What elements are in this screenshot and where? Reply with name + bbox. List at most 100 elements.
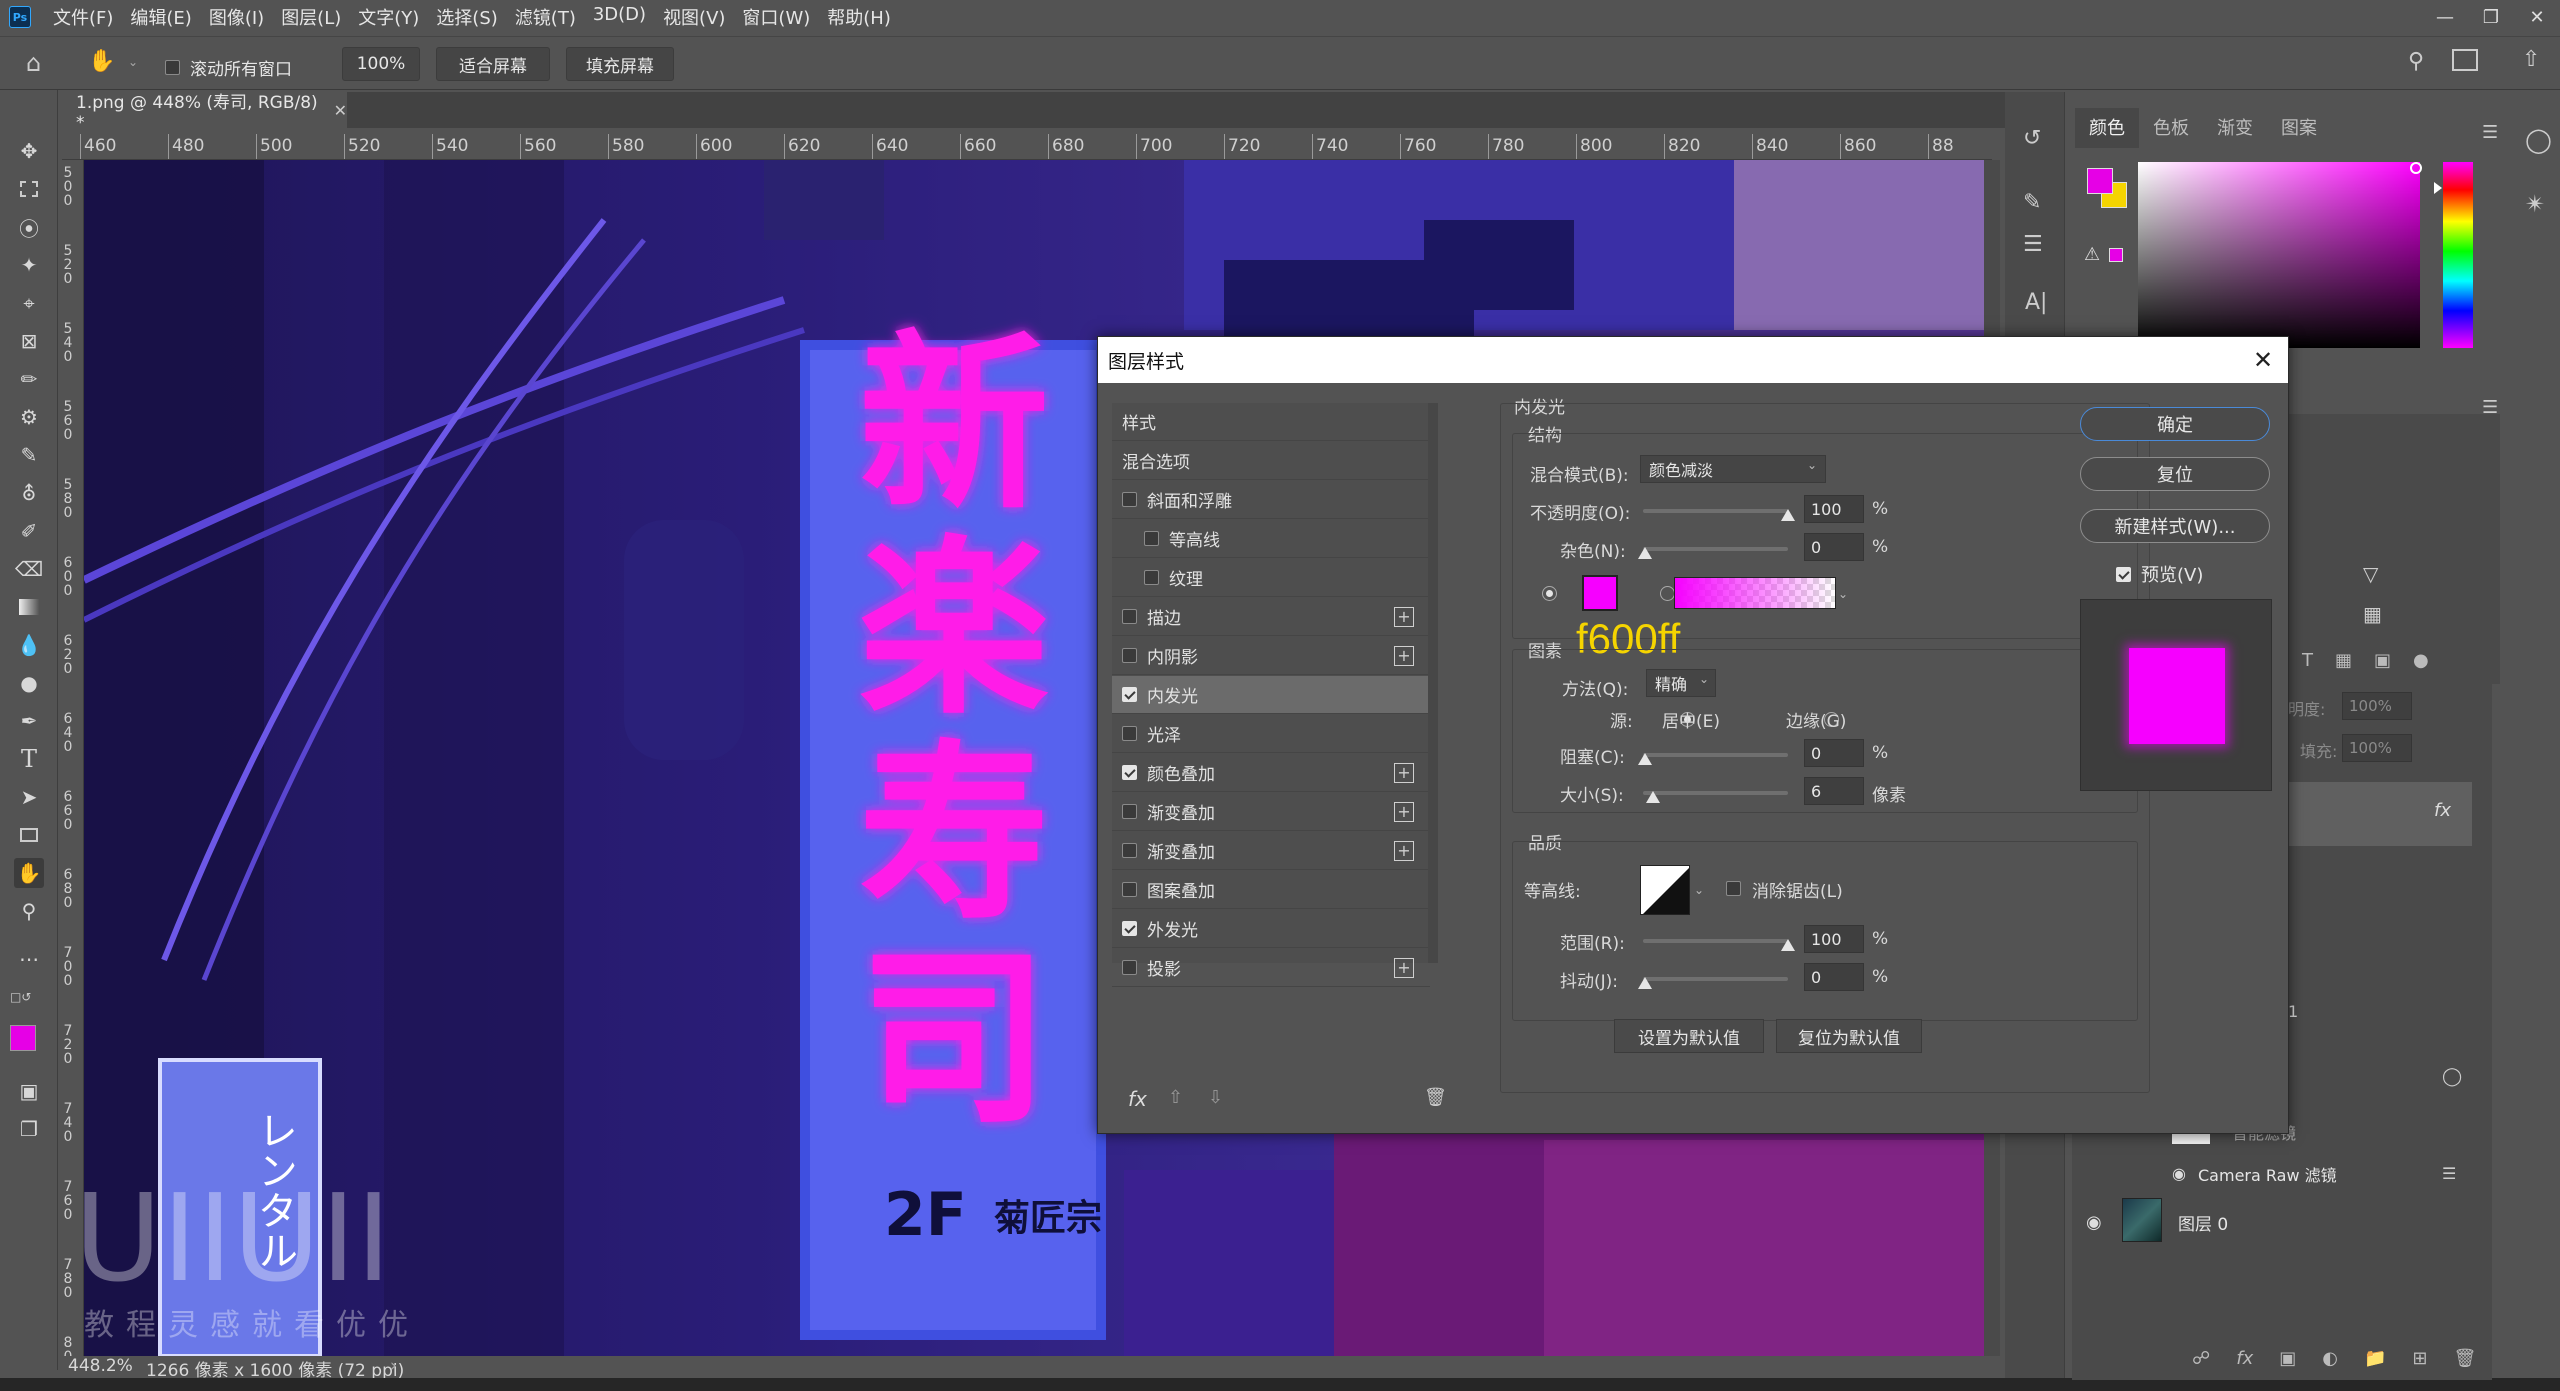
dodge-tool-icon[interactable]: ●: [14, 668, 44, 698]
range-slider-knob[interactable]: [1781, 939, 1795, 951]
scroll-all-windows[interactable]: 滚动所有窗口: [165, 55, 292, 80]
link-layers-icon[interactable]: ☍: [2192, 1348, 2210, 1369]
glow-color-swatch[interactable]: [1582, 575, 1618, 611]
style-checkbox[interactable]: [1144, 531, 1159, 546]
glow-gradient-swatch[interactable]: [1674, 577, 1836, 609]
style-checkbox[interactable]: [1122, 492, 1137, 507]
style-checkbox[interactable]: [1122, 726, 1137, 741]
status-arrow-icon[interactable]: ›: [390, 1356, 397, 1376]
type-filter-icon[interactable]: T: [2302, 650, 2313, 671]
color-field[interactable]: [2138, 162, 2420, 348]
add-mask-icon[interactable]: ▣: [2279, 1348, 2296, 1369]
screen-mode-icon[interactable]: ❐: [14, 1114, 44, 1144]
fx-menu-button[interactable]: fx: [1128, 1087, 1147, 1111]
blend-mode-select[interactable]: 颜色减淡 ⌄: [1640, 455, 1826, 483]
jitter-slider-knob[interactable]: [1638, 977, 1652, 989]
healing-brush-icon[interactable]: ⚙: [14, 402, 44, 432]
style-row[interactable]: 内阴影 +: [1112, 637, 1430, 675]
style-row[interactable]: 渐变叠加 +: [1112, 793, 1430, 831]
choke-slider-track[interactable]: [1643, 753, 1788, 757]
style-row[interactable]: 样式: [1112, 403, 1430, 441]
sun-icon[interactable]: ✴: [2525, 190, 2545, 218]
size-field[interactable]: 6: [1804, 777, 1864, 805]
layer0-visibility-icon[interactable]: ◉: [2086, 1212, 2102, 1233]
ok-button[interactable]: 确定: [2080, 407, 2270, 441]
color-tab-2[interactable]: 渐变: [2203, 108, 2267, 148]
source-edge-label[interactable]: 边缘(G): [1786, 707, 1846, 732]
style-row[interactable]: 外发光: [1112, 910, 1430, 948]
smart-object-icon[interactable]: ◯: [2442, 1066, 2462, 1087]
lightbulb-icon[interactable]: ◯: [2525, 126, 2552, 154]
camera-raw-filter-label[interactable]: Camera Raw 滤镜: [2198, 1162, 2337, 1186]
restore-icon[interactable]: ❐: [2468, 0, 2514, 34]
layer0-name[interactable]: 图层 0: [2178, 1210, 2228, 1235]
eraser-icon[interactable]: ⌫: [14, 554, 44, 584]
blur-tool-icon[interactable]: 💧: [14, 630, 44, 660]
menu-item-1[interactable]: 编辑(E): [130, 4, 191, 30]
close-window-icon[interactable]: ✕: [2514, 0, 2560, 34]
shape-filter-icon[interactable]: ▦: [2335, 650, 2352, 671]
add-style-instance-icon[interactable]: +: [1394, 841, 1414, 861]
style-row[interactable]: 投影 +: [1112, 949, 1430, 987]
adjustment-layer-icon[interactable]: ◐: [2322, 1348, 2338, 1369]
jitter-slider-track[interactable]: [1643, 977, 1788, 981]
hand-tool-icon[interactable]: ✋: [88, 49, 118, 79]
camera-raw-visibility-icon[interactable]: ◉: [2172, 1164, 2186, 1183]
foreground-color-swatch[interactable]: [10, 1025, 36, 1051]
web-color-swatch[interactable]: [2109, 248, 2123, 262]
menu-item-5[interactable]: 选择(S): [436, 4, 497, 30]
layer0-thumbnail[interactable]: [2122, 1198, 2162, 1242]
character-icon[interactable]: A|: [2025, 290, 2047, 315]
menu-item-8[interactable]: 视图(V): [663, 4, 725, 30]
style-row[interactable]: 等高线: [1112, 520, 1430, 558]
reset-default-button[interactable]: 复位为默认值: [1776, 1019, 1922, 1053]
color-tab-1[interactable]: 色板: [2139, 108, 2203, 148]
method-select[interactable]: 精确 ⌄: [1646, 669, 1716, 697]
menu-item-2[interactable]: 图像(I): [209, 4, 264, 30]
style-checkbox[interactable]: [1122, 804, 1137, 819]
add-style-instance-icon[interactable]: +: [1394, 958, 1414, 978]
color-tab-3[interactable]: 图案: [2267, 108, 2331, 148]
brush-settings-icon[interactable]: ✎: [2023, 190, 2041, 215]
style-row[interactable]: 图案叠加: [1112, 871, 1430, 909]
style-checkbox[interactable]: [1122, 609, 1137, 624]
layer-fill-field[interactable]: 100%: [2342, 734, 2412, 762]
marquee-tool-icon[interactable]: [14, 174, 44, 204]
minimize-icon[interactable]: —: [2422, 0, 2468, 34]
delete-layer-icon[interactable]: 🗑: [2453, 1348, 2476, 1369]
hue-slider-arrow[interactable]: [2434, 182, 2442, 194]
add-style-icon[interactable]: fx: [2236, 1348, 2253, 1369]
style-checkbox[interactable]: [1122, 921, 1137, 936]
grid-icon[interactable]: ▦: [2363, 602, 2382, 626]
opacity-slider-knob[interactable]: [1781, 509, 1795, 521]
range-field[interactable]: 100: [1804, 925, 1864, 953]
brush-tool-icon[interactable]: ✎: [14, 440, 44, 470]
color-panel-fg-swatch[interactable]: [2087, 168, 2113, 194]
hue-slider[interactable]: [2443, 162, 2473, 348]
color-tab-0[interactable]: 颜色: [2075, 108, 2139, 148]
noise-slider-knob[interactable]: [1638, 547, 1652, 559]
style-row[interactable]: 混合选项: [1112, 442, 1430, 480]
color-picker-ring[interactable]: [2410, 162, 2422, 174]
add-style-instance-icon[interactable]: +: [1394, 802, 1414, 822]
menu-item-7[interactable]: 3D(D): [593, 4, 646, 30]
eyedropper-icon[interactable]: ✏: [14, 364, 44, 394]
dot-filter-icon[interactable]: ●: [2413, 650, 2429, 671]
delete-style-icon[interactable]: 🗑: [1424, 1087, 1447, 1108]
scroll-all-checkbox[interactable]: [165, 60, 180, 75]
fx-badge[interactable]: fx: [2434, 800, 2451, 821]
style-checkbox[interactable]: [1122, 765, 1137, 780]
range-slider-track[interactable]: [1643, 939, 1788, 943]
history-icon[interactable]: ↺: [2023, 126, 2041, 151]
move-down-icon[interactable]: ⇩: [1208, 1087, 1223, 1108]
style-checkbox[interactable]: [1122, 648, 1137, 663]
quick-mask-icon[interactable]: ▣: [14, 1076, 44, 1106]
preview-checkbox[interactable]: [2116, 566, 2131, 582]
layer-opacity-field[interactable]: 100%: [2342, 692, 2412, 720]
style-checkbox[interactable]: [1122, 843, 1137, 858]
style-checkbox[interactable]: [1122, 687, 1137, 702]
size-slider-knob[interactable]: [1646, 791, 1660, 803]
menu-item-9[interactable]: 窗口(W): [742, 4, 810, 30]
style-list-scrollbar[interactable]: [1428, 403, 1438, 963]
source-center-label[interactable]: 居中(E): [1662, 707, 1720, 732]
